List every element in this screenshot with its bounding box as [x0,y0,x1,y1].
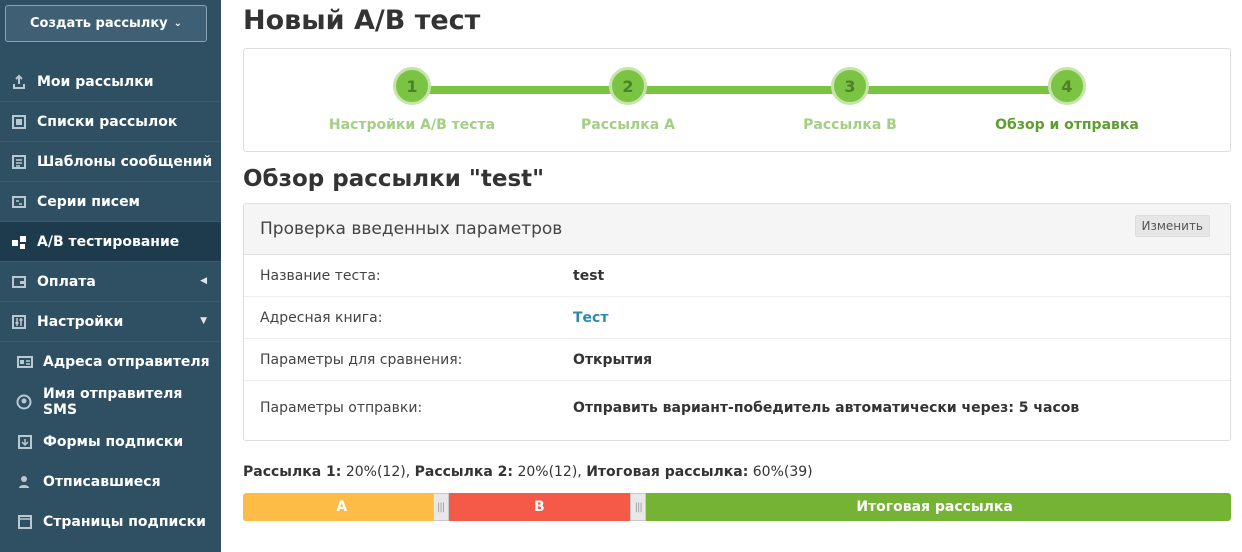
id-card-icon [16,354,33,371]
create-campaign-label: Создать рассылку [29,16,168,31]
row-value: test [573,267,605,284]
sliders-icon [10,313,27,330]
step-3[interactable]: 3 Рассылка В [730,67,970,133]
sidebar-item-label: Шаблоны сообщений [37,153,213,170]
row-key: Адресная книга: [260,309,383,326]
sidebar-nav: Мои рассылки Списки рассылок Шаблоны соо… [0,62,221,542]
chevron-down-icon: ▼ [200,316,207,326]
split-b-label: Рассылка 2: [414,464,513,480]
sidebar-item-my-campaigns[interactable]: Мои рассылки [0,62,221,102]
address-book-link[interactable]: Тест [573,310,608,326]
sidebar-subitem-subscription-pages[interactable]: Страницы подписки [0,502,221,542]
step-number: 1 [393,67,431,105]
sidebar-subitem-unsubscribed[interactable]: Отписавшиеся [0,462,221,502]
ab-test-icon [10,233,27,250]
step-number: 4 [1048,67,1086,105]
sidebar-item-lists[interactable]: Списки рассылок [0,102,221,142]
segment-b: B [440,493,639,521]
step-label: Рассылка А [581,117,675,133]
panel-header: Проверка введенных параметров Изменить [244,204,1230,255]
form-icon [16,434,33,451]
sidebar-item-label: Мои рассылки [37,73,154,90]
chevron-left-icon: ◀ [200,276,207,286]
segment-a: A [243,493,441,521]
sidebar-subitem-forms[interactable]: Формы подписки [0,422,221,462]
sidebar-item-label: Отписавшиеся [43,474,161,490]
sidebar-subitem-sender-addresses[interactable]: Адреса отправителя [0,342,221,382]
row-key: Название теста: [260,267,381,284]
split-slider[interactable]: A B Итоговая рассылка ||| ||| [243,493,1231,521]
user-remove-icon [16,474,33,491]
review-panel: Проверка введенных параметров Изменить Н… [243,203,1231,441]
sidebar-item-ab-testing[interactable]: А/В тестирование [0,222,221,262]
sidebar-item-payment[interactable]: Оплата ◀ [0,262,221,302]
step-4[interactable]: 4 Обзор и отправка [947,67,1187,133]
sidebar: Создать рассылку ⌄ Мои рассылки Списки р… [0,0,221,552]
sidebar-item-settings[interactable]: Настройки ▼ [0,302,221,342]
segment-label: A [336,499,348,515]
sidebar-item-label: Настройки [37,313,124,330]
page-title: Новый А/В тест [243,5,481,36]
slider-handle-1[interactable]: ||| [432,493,449,521]
wallet-icon [10,273,27,290]
sidebar-item-label: Страницы подписки [43,514,206,530]
panel-title: Проверка введенных параметров [260,219,563,239]
step-label: Рассылка В [803,117,897,133]
series-icon [10,193,27,210]
create-campaign-button[interactable]: Создать рассылку ⌄ [5,5,207,42]
table-row: Параметры отправки: Отправить вариант-по… [244,381,1230,435]
upload-icon [10,73,27,90]
sidebar-item-label: Имя отправителя SMS [42,386,183,418]
table-row: Название теста: test [244,255,1230,297]
step-label: Обзор и отправка [995,117,1139,133]
table-row: Параметры для сравнения: Открытия [244,339,1230,381]
segment-final: Итоговая рассылка [638,493,1231,521]
split-a-value: 20%(12), [341,464,415,480]
user-circle-icon [16,394,33,411]
edit-button[interactable]: Изменить [1134,215,1210,237]
table-row: Адресная книга: Тест [244,297,1230,339]
page-icon [16,514,33,531]
sidebar-item-label: Серии писем [37,193,141,210]
sidebar-item-templates[interactable]: Шаблоны сообщений [0,142,221,182]
split-b-value: 20%(12), [513,464,587,480]
sidebar-item-label: Адреса отправителя [43,354,210,370]
list-book-icon [10,113,27,130]
row-value: Открытия [573,351,653,368]
segment-label: B [534,499,545,515]
split-final-value: 60%(39) [748,464,813,480]
sidebar-subitem-sms-sender[interactable]: Имя отправителя SMS [0,382,221,422]
split-a-label: Рассылка 1: [243,464,342,480]
sidebar-item-label: Формы подписки [43,434,184,450]
step-label: Настройки А/В теста [328,117,496,133]
step-number: 2 [609,67,647,105]
template-icon [10,153,27,170]
slider-handle-2[interactable]: ||| [630,493,647,521]
row-value: Отправить вариант-победитель автоматичес… [573,400,1080,416]
sidebar-item-label: А/В тестирование [37,233,180,250]
row-key: Параметры для сравнения: [260,351,463,368]
section-title: Обзор рассылки "test" [243,166,545,192]
sidebar-item-label: Списки рассылок [37,113,178,130]
sidebar-item-label: Оплата [37,273,96,290]
sidebar-item-series[interactable]: Серии писем [0,182,221,222]
step-1[interactable]: 1 Настройки А/В теста [292,67,532,133]
split-final-label: Итоговая рассылка: [586,464,749,480]
step-number: 3 [831,67,869,105]
step-2[interactable]: 2 Рассылка А [508,67,748,133]
wizard-steps: 1 Настройки А/В теста 2 Рассылка А 3 Рас… [243,48,1231,152]
segment-label: Итоговая рассылка [856,499,1013,515]
chevron-down-icon: ⌄ [173,18,183,29]
row-key: Параметры отправки: [260,400,423,416]
split-summary: Рассылка 1: 20%(12), Рассылка 2: 20%(12)… [243,464,813,480]
